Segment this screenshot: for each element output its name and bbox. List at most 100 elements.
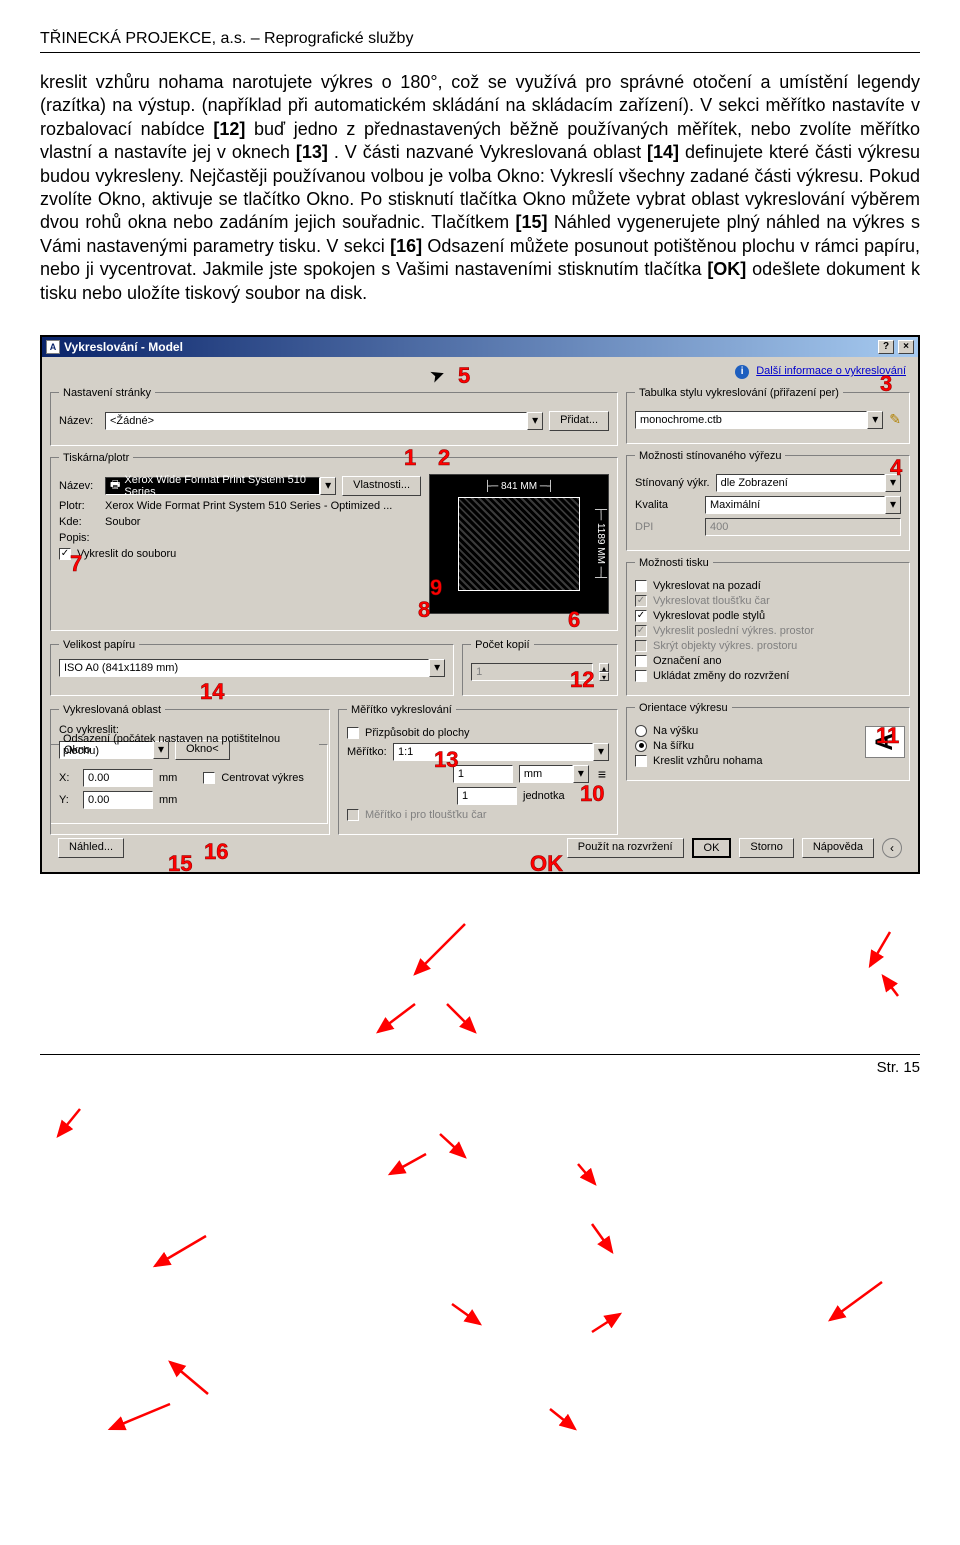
doc-header: TŘINECKÁ PROJEKCE, a.s. – Reprografické … [40,30,920,48]
printer-icon: 🖶 [110,476,120,495]
printer-name-value: Xerox Wide Format Print System 510 Serie… [124,474,315,498]
equals-icon: ≡ [595,766,609,782]
info-icon: i [735,365,749,379]
shaded-legend: Možnosti stínovaného výřezu [635,450,785,462]
where-value: Soubor [105,516,140,528]
chevron-down-icon[interactable]: ▾ [885,474,901,492]
expand-options-button[interactable]: ‹ [882,838,902,858]
chevron-down-icon[interactable]: ▾ [867,411,883,429]
scale-lineweight-checkbox: Měřítko i pro tloušťku čar [347,809,609,821]
plot-to-file-label: Vykreslit do souboru [77,548,176,560]
checkbox-icon [347,727,359,739]
scale-den-input[interactable]: 1 [457,787,517,805]
scale-num-input[interactable]: 1 [453,765,513,783]
text-segment: . V části nazvané Vykreslovaná oblast [334,142,647,162]
plot-scale-legend: Měřítko vykreslování [347,704,456,716]
printer-select[interactable]: 🖶 Xerox Wide Format Print System 510 Ser… [105,477,320,495]
x-input[interactable]: 0.00 [83,769,153,787]
plot-area-legend: Vykreslovaná oblast [59,704,165,716]
chevron-down-icon[interactable]: ▾ [885,496,901,514]
paper-size-select[interactable]: ISO A0 (841x1189 mm) [59,659,429,677]
paper-size-group: Velikost papíru ISO A0 (841x1189 mm) ▾ [50,639,454,696]
more-info-link[interactable]: Další informace o vykreslování [756,365,906,377]
chevron-down-icon[interactable]: ▾ [320,477,336,495]
shaded-label: Stínovaný výkr. [635,477,710,489]
ref-12: [12] [213,119,245,139]
paper-preview: ├─ 841 MM ─┤ ├─ 1189 MM ─┤ [429,474,609,614]
apply-layout-button[interactable]: Použít na rozvržení [567,838,684,858]
close-icon[interactable]: × [898,340,914,354]
titlebar[interactable]: A Vykreslování - Model ? × [42,337,918,357]
checkbox-icon [347,809,359,821]
ref-ok: [OK] [707,259,746,279]
checkbox-icon [203,772,215,784]
chevron-down-icon[interactable]: ▾ [573,765,589,783]
edit-style-button[interactable]: ✎ [889,411,901,428]
shaded-select[interactable]: dle Zobrazení [716,474,885,492]
plot-scale-group: Měřítko vykreslování Přizpůsobit do ploc… [338,704,618,835]
spinner-down-icon[interactable]: ▾ [599,672,609,681]
center-label: Centrovat výkres [221,772,304,784]
preview-button[interactable]: Náhled... [58,838,124,858]
orient-landscape[interactable]: Na šířku [635,740,863,752]
printer-name-label: Název: [59,480,99,492]
where-label: Kde: [59,516,99,528]
ref-16: [16] [390,236,422,256]
page-setup-group: Nastavení stránky Název: <Žádné> ▾ Přida… [50,387,618,446]
plot-to-file-checkbox[interactable]: ✓ Vykreslit do souboru [59,548,421,560]
ref-13: [13] [296,142,328,162]
plot-options-group: Možnosti tisku Vykreslovat na pozadí ✓Vy… [626,557,910,696]
fit-to-paper-checkbox[interactable]: Přizpůsobit do plochy [347,727,609,739]
orientation-legend: Orientace výkresu [635,702,732,714]
chevron-down-icon[interactable]: ▾ [429,659,445,677]
help-button[interactable]: Nápověda [802,838,874,858]
orient-portrait[interactable]: Na výšku [635,725,863,737]
scale-select[interactable]: 1:1 [393,743,593,761]
scale-unit-select[interactable]: mm [519,765,573,783]
x-unit: mm [159,772,177,784]
ref-14: [14] [647,142,679,162]
checkbox-icon: ✓ [59,548,71,560]
spinner-up-icon[interactable]: ▴ [599,663,609,672]
scale-lineweight-label: Měřítko i pro tloušťku čar [365,809,487,821]
scale-den-unit: jednotka [523,790,609,802]
checkbox-icon [635,755,647,767]
cancel-button[interactable]: Storno [739,838,793,858]
plot-style-select[interactable]: monochrome.ctb [635,411,867,429]
y-input[interactable]: 0.00 [83,791,153,809]
pagename-label: Název: [59,415,99,427]
dpi-input: 400 [705,518,901,536]
ref-15: [15] [516,212,548,232]
paper-size-legend: Velikost papíru [59,639,139,651]
quality-select[interactable]: Maximální [705,496,885,514]
shaded-viewport-group: Možnosti stínovaného výřezu Stínovaný vý… [626,450,910,551]
preview-top-dim: ├─ 841 MM ─┤ [430,481,608,492]
add-page-setup-button[interactable]: Přidat... [549,411,609,431]
plotter-label: Plotr: [59,500,99,512]
pagename-select[interactable]: <Žádné> [105,412,527,430]
page-setup-legend: Nastavení stránky [59,387,155,399]
opt-stamp[interactable]: Označení ano [635,655,901,667]
opt-background[interactable]: Vykreslovat na pozadí [635,580,901,592]
chevron-down-icon[interactable]: ▾ [527,412,543,430]
help-button-icon[interactable]: ? [878,340,894,354]
opt-save-layout[interactable]: Ukládat změny do rozvržení [635,670,901,682]
y-label: Y: [59,794,77,806]
plot-dialog: A Vykreslování - Model ? × ➤ i Další inf… [40,335,920,874]
window-title: Vykreslování - Model [64,340,183,354]
printer-properties-button[interactable]: Vlastnosti... [342,476,421,496]
orient-upside-down[interactable]: Kreslit vzhůru nohama [635,755,863,767]
annotation-arrows [40,874,920,1494]
printer-legend: Tiskárna/plotr [59,452,133,464]
ok-button[interactable]: OK [692,838,732,858]
footer-rule [40,1054,920,1055]
copies-legend: Počet kopií [471,639,533,651]
center-plot-checkbox[interactable]: Centrovat výkres [203,772,304,784]
opt-hide-ps: Skrýt objekty výkres. prostoru [635,640,901,652]
chevron-down-icon[interactable]: ▾ [593,743,609,761]
orientation-icon: A [865,726,905,758]
quality-label: Kvalita [635,499,699,511]
opt-styles[interactable]: ✓Vykreslovat podle stylů [635,610,901,622]
copies-input: 1 [471,663,593,681]
fit-label: Přizpůsobit do plochy [365,727,470,739]
